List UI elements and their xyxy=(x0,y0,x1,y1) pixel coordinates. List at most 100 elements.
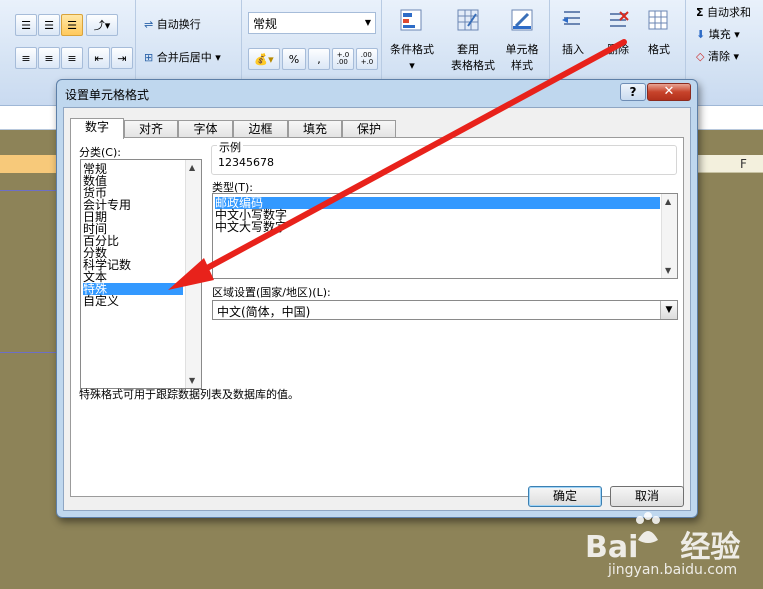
chevron-down-icon: ▾ xyxy=(734,28,740,41)
category-list[interactable]: 常规 数值 货币 会计专用 日期 时间 百分比 分数 科学记数 文本 特殊 自定… xyxy=(80,159,202,389)
tab-number[interactable]: 数字 xyxy=(70,118,124,139)
wrap-text-button[interactable]: ⇌ 自动换行 xyxy=(144,16,201,34)
align-left-button[interactable]: ≡ xyxy=(15,47,37,69)
wrap-text-icon: ⇌ xyxy=(144,18,154,31)
comma-icon: , xyxy=(317,52,321,66)
currency-button[interactable]: 💰▾ xyxy=(248,48,280,70)
conditional-format-icon xyxy=(400,9,422,31)
chevron-down-icon: ▾ xyxy=(409,59,415,72)
autosum-button[interactable]: Σ 自动求和 xyxy=(696,4,751,22)
align-middle-icon: ☰ xyxy=(44,18,54,32)
orientation-button[interactable]: ⤴▾ xyxy=(86,14,118,36)
delete-cells-icon xyxy=(610,11,629,27)
locale-label: 区域设置(国家/地区)(L): xyxy=(212,286,331,299)
category-scrollbar[interactable]: ▲ ▼ xyxy=(185,160,201,388)
sigma-icon: Σ xyxy=(696,6,704,19)
increase-indent-button[interactable]: ⇥ xyxy=(111,47,133,69)
scroll-up-icon[interactable]: ▲ xyxy=(189,163,195,172)
decrease-decimal-icon: .00 +.0 xyxy=(360,51,374,66)
format-cells-icon xyxy=(648,10,668,30)
autosum-label: 自动求和 xyxy=(707,6,752,19)
column-header-f[interactable]: F xyxy=(740,157,747,171)
decrease-indent-icon: ⇤ xyxy=(94,51,104,65)
scroll-up-icon[interactable]: ▲ xyxy=(665,197,671,206)
cell-style-icon xyxy=(511,9,533,31)
align-center-icon: ≡ xyxy=(44,51,54,65)
insert-label: 插入 xyxy=(562,43,584,56)
watermark-brand: Bai xyxy=(585,530,639,565)
ok-button[interactable]: 确定 xyxy=(528,486,602,507)
wrap-text-label: 自动换行 xyxy=(156,18,201,31)
align-top-button[interactable]: ☰ xyxy=(15,14,37,36)
increase-decimal-button[interactable]: +.0 .00 xyxy=(332,48,354,70)
percent-button[interactable]: % xyxy=(282,48,306,70)
help-button[interactable]: ? xyxy=(620,83,646,101)
align-bottom-button[interactable]: ☰ xyxy=(61,14,83,36)
percent-icon: % xyxy=(288,52,300,66)
cancel-button[interactable]: 取消 xyxy=(610,486,684,507)
close-button[interactable]: ✕ xyxy=(647,83,691,101)
tab-protection[interactable]: 保护 xyxy=(342,120,396,138)
list-item[interactable]: 自定义 xyxy=(83,295,119,307)
watermark-url: jingyan.baidu.com xyxy=(608,562,738,578)
align-bottom-icon: ☰ xyxy=(67,18,77,32)
align-top-icon: ☰ xyxy=(21,18,31,32)
table-format-icon xyxy=(457,9,479,31)
orientation-icon: ⤴▾ xyxy=(93,19,111,32)
currency-icon: 💰▾ xyxy=(254,52,274,66)
eraser-icon: ◇ xyxy=(696,50,705,63)
selection-border xyxy=(0,190,58,191)
sample-group xyxy=(211,145,677,175)
insert-cells-icon xyxy=(562,11,580,25)
scroll-down-icon[interactable]: ▼ xyxy=(189,376,195,385)
selection-border xyxy=(0,352,58,353)
comma-button[interactable]: , xyxy=(308,48,330,70)
dialog-title: 设置单元格格式 xyxy=(65,88,150,102)
tab-alignment[interactable]: 对齐 xyxy=(124,120,178,138)
increase-indent-icon: ⇥ xyxy=(117,51,127,65)
chevron-down-icon: ▼ xyxy=(364,18,371,27)
decrease-indent-button[interactable]: ⇤ xyxy=(88,47,110,69)
locale-value: 中文(简体，中国) xyxy=(217,305,311,319)
align-right-icon: ≡ xyxy=(67,51,77,65)
conditional-format-label: 条件格式 xyxy=(390,43,434,56)
merge-center-label: 合并后居中 xyxy=(156,51,212,64)
table-format-label-1: 套用 xyxy=(457,43,479,56)
number-format-select[interactable]: 常规 ▼ xyxy=(248,12,376,34)
list-item[interactable]: 中文大写数字 xyxy=(215,221,287,233)
clear-label: 清除 xyxy=(707,50,730,63)
tab-border[interactable]: 边框 xyxy=(233,120,288,138)
format-description: 特殊格式可用于跟踪数据列表及数据库的值。 xyxy=(79,388,299,401)
align-center-button[interactable]: ≡ xyxy=(38,47,60,69)
watermark-brand-cn: 经验 xyxy=(680,530,741,565)
merge-center-button[interactable]: ⊞ 合并后居中 ▾ xyxy=(144,49,221,67)
clear-button[interactable]: ◇ 清除 ▾ xyxy=(696,48,739,66)
type-scrollbar[interactable]: ▲ ▼ xyxy=(661,194,677,278)
fill-button[interactable]: ⬇ 填充 ▾ xyxy=(696,26,740,44)
sample-label: 示例 xyxy=(217,139,243,155)
category-label: 分类(C): xyxy=(79,146,121,159)
format-cells-dialog: 设置单元格格式 ? ✕ 数字 对齐 字体 边框 填充 保护 分类(C): 常规 … xyxy=(56,79,698,518)
merge-center-icon: ⊞ xyxy=(144,51,154,64)
cell-style-label-2: 样式 xyxy=(511,59,533,72)
scroll-down-icon[interactable]: ▼ xyxy=(665,266,671,275)
align-right-button[interactable]: ≡ xyxy=(61,47,83,69)
selected-column-header xyxy=(0,155,60,173)
number-tab-panel: 分类(C): 常规 数值 货币 会计专用 日期 时间 百分比 分数 科学记数 文… xyxy=(70,137,684,497)
locale-select[interactable]: 中文(简体，中国) ▼ xyxy=(212,300,678,320)
baidu-paw-icon xyxy=(636,512,660,543)
increase-decimal-icon: +.0 .00 xyxy=(336,51,350,66)
sample-value: 12345678 xyxy=(218,156,274,169)
tab-font[interactable]: 字体 xyxy=(178,120,233,138)
fill-label: 填充 xyxy=(708,28,731,41)
type-list[interactable]: 邮政编码 中文小写数字 中文大写数字 ▲ ▼ xyxy=(212,193,678,279)
delete-label: 删除 xyxy=(607,43,629,56)
align-middle-button[interactable]: ☰ xyxy=(38,14,60,36)
table-format-label-2: 表格格式 xyxy=(451,59,495,72)
decrease-decimal-button[interactable]: .00 +.0 xyxy=(356,48,378,70)
chevron-down-icon: ▾ xyxy=(215,51,221,64)
chevron-down-icon[interactable]: ▼ xyxy=(660,301,677,319)
number-format-value: 常规 xyxy=(253,17,278,31)
tab-fill[interactable]: 填充 xyxy=(288,120,342,138)
dialog-body: 数字 对齐 字体 边框 填充 保护 分类(C): 常规 数值 货币 会计专用 日… xyxy=(63,107,691,511)
